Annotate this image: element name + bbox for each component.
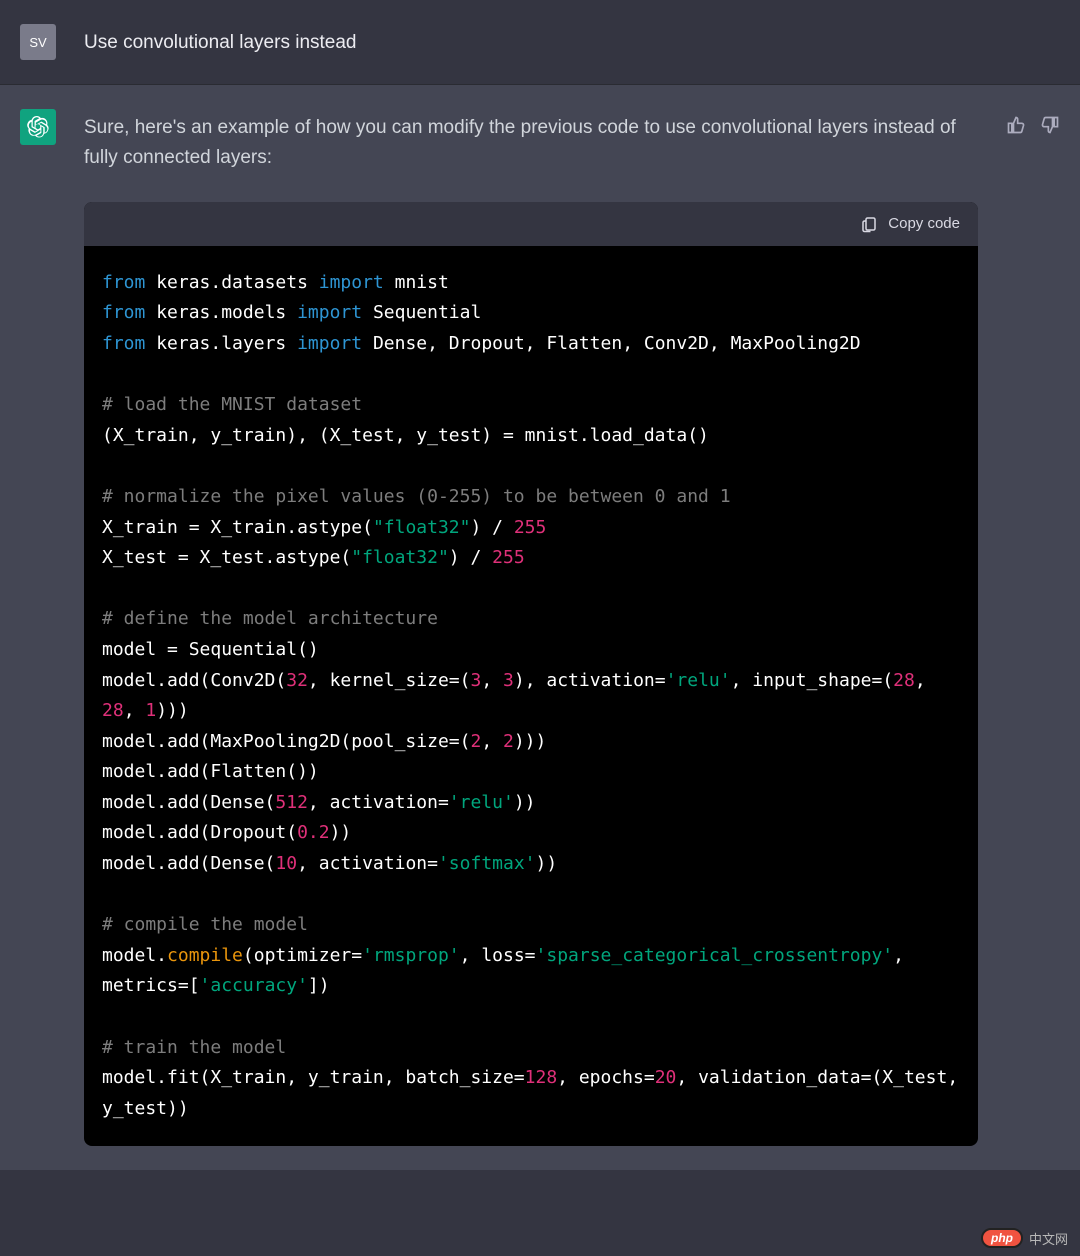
copy-code-button[interactable]: Copy code: [84, 202, 978, 246]
code-text: ))): [514, 731, 547, 752]
string: 'relu': [666, 670, 731, 691]
code-text: mnist: [384, 272, 449, 293]
code-text: model.add(Dropout(: [102, 822, 297, 843]
user-avatar: SV: [20, 24, 56, 60]
code-text: (X_train, y_train), (X_test, y_test) = m…: [102, 425, 709, 446]
assistant-avatar: [20, 109, 56, 145]
code-text: , activation=: [308, 792, 449, 813]
code-text: Dense, Dropout, Flatten, Conv2D, MaxPool…: [362, 333, 861, 354]
code-text: model.: [102, 945, 167, 966]
number: 10: [275, 853, 297, 874]
comment: # define the model architecture: [102, 608, 438, 629]
code-text: keras.models: [145, 302, 297, 323]
string: 'rmsprop': [362, 945, 460, 966]
number: 2: [503, 731, 514, 752]
number: 255: [514, 517, 547, 538]
code-text: (optimizer=: [243, 945, 362, 966]
comment: # load the MNIST dataset: [102, 394, 362, 415]
number: 1: [145, 700, 156, 721]
keyword: import: [319, 272, 384, 293]
copy-code-label: Copy code: [888, 212, 960, 236]
assistant-message-row: Sure, here's an example of how you can m…: [0, 85, 1080, 1170]
code-text: ) /: [449, 547, 492, 568]
thumbs-down-icon[interactable]: [1040, 115, 1060, 135]
code-text: model.add(Conv2D(: [102, 670, 286, 691]
code-text: ,: [915, 670, 937, 691]
number: 512: [275, 792, 308, 813]
assistant-message: Sure, here's an example of how you can m…: [84, 113, 978, 174]
code-text: keras.layers: [145, 333, 297, 354]
comment: # normalize the pixel values (0-255) to …: [102, 486, 731, 507]
string: 'softmax': [438, 853, 536, 874]
user-message-row: SV Use convolutional layers instead: [0, 0, 1080, 85]
string: "float32": [373, 517, 471, 538]
function: compile: [167, 945, 243, 966]
code-text: model.add(Flatten()): [102, 761, 319, 782]
assistant-content: Sure, here's an example of how you can m…: [84, 109, 978, 1146]
php-badge: php: [981, 1228, 1023, 1248]
code-text: , activation=: [297, 853, 438, 874]
watermark-text: 中文网: [1029, 1229, 1068, 1248]
code-text: , input_shape=(: [731, 670, 894, 691]
number: 128: [525, 1067, 558, 1088]
feedback-buttons: [1006, 109, 1060, 1146]
watermark: php 中文网: [981, 1228, 1068, 1248]
number: 20: [655, 1067, 677, 1088]
code-content[interactable]: from keras.datasets import mnist from ke…: [84, 246, 978, 1147]
code-text: , epochs=: [557, 1067, 655, 1088]
code-text: Sequential: [362, 302, 481, 323]
string: 'accuracy': [200, 975, 308, 996]
keyword: import: [297, 302, 362, 323]
thumbs-up-icon[interactable]: [1006, 115, 1026, 135]
code-text: model = Sequential(): [102, 639, 319, 660]
code-text: , kernel_size=(: [308, 670, 471, 691]
number: 255: [492, 547, 525, 568]
code-text: model.add(Dense(: [102, 792, 275, 813]
number: 32: [286, 670, 308, 691]
number: 28: [893, 670, 915, 691]
code-text: , loss=: [460, 945, 536, 966]
clipboard-icon: [860, 215, 878, 233]
number: 3: [503, 670, 514, 691]
code-text: ,: [124, 700, 146, 721]
number: 28: [102, 700, 124, 721]
string: "float32": [351, 547, 449, 568]
number: 2: [470, 731, 481, 752]
comment: # train the model: [102, 1037, 286, 1058]
code-text: model.fit(X_train, y_train, batch_size=: [102, 1067, 525, 1088]
comment: # compile the model: [102, 914, 308, 935]
code-text: model.add(Dense(: [102, 853, 275, 874]
code-text: ), activation=: [514, 670, 666, 691]
code-text: X_test = X_test.astype(: [102, 547, 351, 568]
keyword: from: [102, 333, 145, 354]
user-avatar-text: SV: [29, 35, 46, 50]
openai-logo-icon: [27, 116, 49, 138]
code-text: ) /: [470, 517, 513, 538]
number: 3: [470, 670, 481, 691]
code-text: )): [330, 822, 352, 843]
code-block: Copy code from keras.datasets import mni…: [84, 202, 978, 1147]
code-text: ,: [481, 731, 503, 752]
keyword: from: [102, 272, 145, 293]
code-text: model.add(MaxPooling2D(pool_size=(: [102, 731, 470, 752]
string: 'relu': [449, 792, 514, 813]
code-text: )): [536, 853, 558, 874]
code-text: ]): [308, 975, 330, 996]
code-text: )): [514, 792, 536, 813]
user-message: Use convolutional layers instead: [84, 24, 1060, 60]
code-text: ,: [481, 670, 503, 691]
code-text: X_train = X_train.astype(: [102, 517, 373, 538]
code-text: keras.datasets: [145, 272, 318, 293]
keyword: from: [102, 302, 145, 323]
keyword: import: [297, 333, 362, 354]
code-text: ))): [156, 700, 189, 721]
string: 'sparse_categorical_crossentropy': [536, 945, 894, 966]
number: 0.2: [297, 822, 330, 843]
